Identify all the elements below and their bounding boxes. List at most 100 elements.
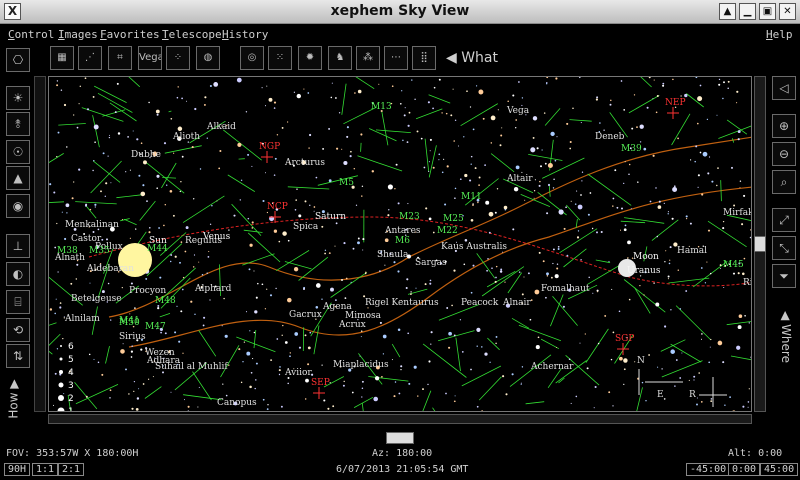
messier-label[interactable]: M39 [621,144,642,154]
camera-icon[interactable]: ⎔ [6,48,30,72]
solar-system-icon[interactable]: ☉ [6,140,30,164]
messier-label[interactable]: M5 [339,178,354,188]
menu-control[interactable]: Control [8,28,54,41]
star-label[interactable]: Sargas [415,258,447,268]
cylinder-icon[interactable]: ⌸ [6,290,30,314]
horizontal-scroll-thumb[interactable] [386,432,414,444]
star-label[interactable]: Alnilam [64,314,100,324]
menu-history[interactable]: History [222,28,268,41]
rotate-icon[interactable]: ⟲ [6,318,30,342]
star-label[interactable]: Acrux [338,320,366,330]
star-field-icon[interactable]: ⁙ [268,46,292,70]
blur-icon[interactable]: ◉ [6,194,30,218]
star-label[interactable]: Vega [506,106,530,116]
planet-label[interactable]: Saturn [315,212,346,222]
messier-label[interactable]: M45 [723,260,744,270]
star-label[interactable]: Aviior [284,368,312,378]
star-label[interactable]: Sirius [119,332,146,342]
bulb-icon[interactable]: ☀ [6,86,30,110]
planet-label[interactable]: Uranus [627,266,661,276]
magnitude-icon[interactable]: ⁘ [166,46,190,70]
star-label[interactable]: Dubhe [131,150,161,160]
menu-help[interactable]: Help [766,28,793,41]
star-label[interactable]: Alnair [502,298,531,308]
star-label[interactable]: Antares [384,226,421,236]
thermometer-icon[interactable]: ⥉ [6,112,30,136]
target-icon[interactable]: ◎ [240,46,264,70]
messier-label[interactable]: M35 [89,246,110,256]
pole-label[interactable]: SGP [615,334,634,344]
messier-label[interactable]: M13 [371,102,392,112]
right-toggle-icon[interactable]: ◁ [772,76,796,100]
star-label[interactable]: Procyon [129,286,166,296]
left-scrollbar[interactable] [34,76,46,412]
planet-label[interactable]: Moon [633,252,659,262]
where-toggle[interactable]: ◀ Where [779,311,793,363]
zoom-out-icon[interactable]: ⊖ [772,142,796,166]
planet-label[interactable]: Venus [202,232,231,242]
star-label[interactable]: Mirfak [723,208,752,218]
star-label[interactable]: Kaus Australis [441,242,507,252]
messier-label[interactable]: M23 [399,212,420,222]
shrink-icon[interactable]: ⤡ [772,236,796,260]
close-window-icon[interactable]: ✕ [779,3,796,20]
flip-vertical-icon[interactable]: ⇅ [6,344,30,368]
minimize-window-icon[interactable]: ▁ [739,3,756,20]
menu-telescope[interactable]: Telescope [162,28,222,41]
pole-label[interactable]: SEP [311,378,330,388]
star-label[interactable]: Rigel [743,278,752,288]
range-low-field[interactable]: -45:00 [686,463,731,476]
messier-label[interactable]: M6 [395,236,410,246]
star-label[interactable]: Rigel Kentaurus [365,298,439,308]
range-high-field[interactable]: 45:00 [760,463,799,476]
star-label[interactable]: Altair [506,174,533,184]
expand-icon[interactable]: ⤢ [772,208,796,232]
fov-select-box[interactable]: 90H [4,463,31,476]
star-label[interactable]: Alioth [172,132,200,142]
range-mid-field[interactable]: 0:00 [728,463,761,476]
compass-label[interactable]: E [657,390,664,400]
star-label[interactable]: Menkalinan [65,220,119,230]
star-names-button[interactable]: Vega [138,46,162,70]
star-label[interactable]: Spica [293,222,319,232]
pole-label[interactable]: NCP [267,202,288,212]
star-label[interactable]: Fomalhaut [541,284,590,294]
eyepiece-icon[interactable]: ◍ [196,46,220,70]
star-label[interactable]: Suhail al Muhlif [155,362,228,372]
moon-phase-icon[interactable]: ◐ [6,262,30,286]
star-label[interactable]: Aldebaran [86,264,134,274]
pole-label[interactable]: NEP [665,98,686,108]
dense-field-icon[interactable]: ⣿ [412,46,436,70]
grid-icon[interactable]: ▦ [50,46,74,70]
constellation-boundaries-icon[interactable]: ⌗ [108,46,132,70]
menu-favorites[interactable]: Favorites [100,28,160,41]
vertical-scroll-thumb[interactable] [754,236,766,252]
messier-label[interactable]: M50 [119,318,140,328]
messier-label[interactable]: M38 [57,246,78,256]
axes-icon[interactable]: ⊥ [6,234,30,258]
galaxy-icon[interactable]: ✹ [298,46,322,70]
zoom-in-icon[interactable]: ⊕ [772,114,796,138]
zoom-2-1-button[interactable]: 2:1 [58,463,85,476]
messier-label[interactable]: M25 [443,214,464,224]
horsehead-nebula-icon[interactable]: ♞ [328,46,352,70]
compass-label[interactable]: N [637,356,645,366]
what-toggle[interactable]: ◀ What [446,50,498,66]
star-label[interactable]: Miaplacidus [333,360,389,370]
sky-chart[interactable]: Alkaid Alioth Dubhe Arcturus Vega Deneb Altair… [49,77,752,412]
messier-label[interactable]: M48 [155,296,176,306]
star-label[interactable]: Alphard [194,284,232,294]
star-label[interactable]: Betelgeuse [71,294,122,304]
how-toggle[interactable]: How ▶ [7,379,21,418]
star-label[interactable]: Alkaid [206,122,236,132]
star-label[interactable]: Gacrux [289,310,322,320]
find-icon[interactable]: ⌕ [772,170,796,194]
star-label[interactable]: Hamal [677,246,707,256]
star-label[interactable]: Mimosa [345,311,382,321]
star-label[interactable]: Agena [322,302,352,312]
shade-window-icon[interactable]: ▲ [719,3,736,20]
menu-images[interactable]: Images [58,28,98,41]
star-label[interactable]: Shaula [377,250,409,260]
compass-label[interactable]: R [689,390,696,400]
star-label[interactable]: Peacock [461,298,499,308]
